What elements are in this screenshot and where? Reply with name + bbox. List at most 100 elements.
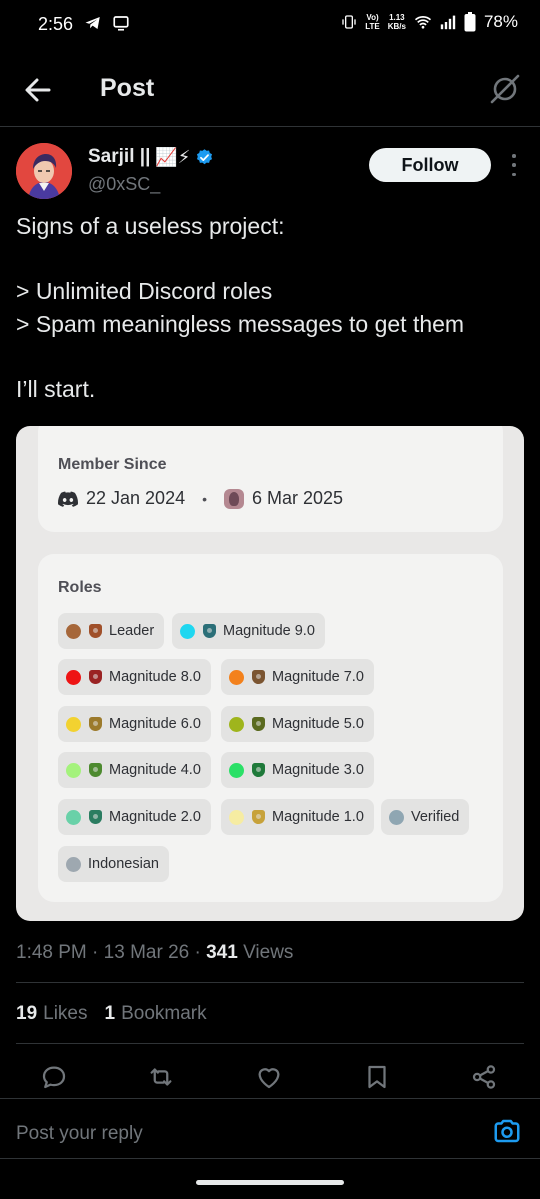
role-color-dot bbox=[389, 809, 404, 825]
follow-button[interactable]: Follow bbox=[369, 148, 491, 182]
role-chip: Magnitude 8.0 bbox=[58, 659, 211, 695]
reply-button[interactable] bbox=[39, 1062, 69, 1092]
tweet-text: Signs of a useless project: > Unlimited … bbox=[16, 213, 465, 402]
role-color-dot bbox=[66, 716, 81, 732]
author-emoji: 📈⚡ bbox=[155, 146, 191, 167]
member-since-dates: 22 Jan 2024 • 6 Mar 2025 bbox=[58, 488, 343, 509]
like-icon bbox=[258, 1068, 280, 1089]
discord-join-date: 22 Jan 2024 bbox=[86, 488, 186, 508]
role-color-dot bbox=[229, 716, 244, 732]
role-label: Magnitude 4.0 bbox=[109, 762, 201, 778]
stats-divider bbox=[16, 1043, 524, 1044]
page-title: Post bbox=[100, 74, 155, 102]
reply-icon bbox=[42, 1066, 66, 1089]
reply-input[interactable] bbox=[16, 1119, 466, 1149]
bookmark-button[interactable] bbox=[362, 1062, 392, 1092]
role-label: Verified bbox=[411, 809, 460, 825]
role-color-dot bbox=[66, 669, 81, 685]
bookmark-icon bbox=[368, 1065, 386, 1089]
role-emblem-icon bbox=[251, 669, 266, 685]
avatar-illustration bbox=[16, 143, 72, 199]
role-chip: Indonesian bbox=[58, 846, 169, 882]
battery-percent: 78% bbox=[483, 12, 518, 31]
more-icon bbox=[512, 154, 516, 158]
role-color-dot bbox=[229, 669, 244, 685]
server-icon bbox=[224, 488, 244, 509]
avatar[interactable] bbox=[16, 143, 72, 199]
reply-divider bbox=[0, 1158, 540, 1159]
top-bar: Post bbox=[0, 60, 540, 120]
likes-stat[interactable]: 19 Likes bbox=[16, 1003, 88, 1025]
roles-panel: Roles Leader Magnitude 9.0 Magnitude 8.0 Ma… bbox=[38, 554, 503, 902]
grok-button[interactable] bbox=[488, 72, 522, 106]
camera-button[interactable] bbox=[492, 1116, 522, 1146]
meta-divider bbox=[16, 982, 524, 983]
bookmarks-count: 1 bbox=[104, 1003, 116, 1024]
bookmarks-stat[interactable]: 1 Bookmark bbox=[105, 1003, 207, 1025]
back-arrow-icon bbox=[25, 78, 51, 102]
role-emblem-icon bbox=[88, 669, 103, 685]
role-chip: Magnitude 7.0 bbox=[221, 659, 374, 695]
author-handle[interactable]: @0xSC_ bbox=[88, 174, 160, 195]
back-button[interactable] bbox=[20, 72, 56, 108]
role-chip: Magnitude 2.0 bbox=[58, 799, 211, 835]
network-speed: 1.13 KB/s bbox=[387, 13, 406, 31]
role-chip: Verified bbox=[381, 799, 470, 835]
tweet-image[interactable]: Member Since 22 Jan 2024 • 6 Mar 2025 Ro… bbox=[16, 426, 524, 921]
role-emblem-icon bbox=[251, 762, 266, 778]
header-divider bbox=[0, 126, 540, 127]
role-chip: Leader bbox=[58, 613, 165, 649]
more-options-button[interactable] bbox=[510, 154, 518, 176]
role-label: Magnitude 6.0 bbox=[109, 716, 201, 732]
role-label: Magnitude 7.0 bbox=[272, 669, 364, 685]
grok-icon bbox=[490, 74, 520, 104]
camera-icon bbox=[494, 1119, 520, 1143]
vibrate-icon bbox=[342, 15, 356, 29]
date-separator: • bbox=[202, 490, 207, 507]
tweet-date: 13 Mar 26 bbox=[103, 942, 190, 963]
volte-indicator: Vo) LTE bbox=[365, 13, 380, 31]
role-color-dot bbox=[229, 762, 244, 778]
role-chip: Magnitude 1.0 bbox=[221, 799, 374, 835]
status-time: 2:56 bbox=[38, 14, 74, 34]
engagement-stats: 19 Likes 1 Bookmark bbox=[16, 1003, 207, 1025]
status-bar: 2:56 Vo) LTE 1.13 KB/s 78% bbox=[0, 0, 540, 52]
likes-label: Likes bbox=[43, 1003, 88, 1024]
bookmarks-label: Bookmark bbox=[121, 1003, 207, 1024]
role-emblem-icon bbox=[88, 716, 103, 732]
role-emblem-icon bbox=[88, 809, 103, 825]
discord-icon bbox=[58, 491, 78, 507]
status-notification-icons bbox=[84, 14, 130, 32]
role-chip: Magnitude 6.0 bbox=[58, 706, 211, 742]
wifi-icon bbox=[414, 16, 432, 29]
role-label: Magnitude 8.0 bbox=[109, 669, 201, 685]
status-system-icons: Vo) LTE 1.13 KB/s 78% bbox=[341, 12, 518, 32]
role-label: Magnitude 1.0 bbox=[272, 809, 364, 825]
server-join-date: 6 Mar 2025 bbox=[252, 488, 344, 508]
role-color-dot bbox=[66, 762, 81, 778]
role-emblem-icon bbox=[251, 809, 266, 825]
tweet-timestamp[interactable]: 1:48 PM · 13 Mar 26 · 341 Views bbox=[16, 942, 293, 964]
role-color-dot bbox=[180, 623, 195, 639]
author-name[interactable]: Sarjil || bbox=[88, 146, 150, 168]
battery-icon bbox=[464, 12, 476, 32]
like-button[interactable] bbox=[254, 1062, 284, 1092]
role-chip: Magnitude 3.0 bbox=[221, 752, 374, 788]
share-button[interactable] bbox=[469, 1062, 499, 1092]
tweet-time: 1:48 PM bbox=[16, 942, 87, 963]
roles-label: Roles bbox=[58, 579, 102, 596]
role-label: Leader bbox=[109, 623, 155, 639]
telegram-icon bbox=[85, 17, 100, 29]
role-chip: Magnitude 4.0 bbox=[58, 752, 211, 788]
repost-button[interactable] bbox=[146, 1062, 176, 1092]
likes-count: 19 bbox=[16, 1003, 38, 1024]
author-name-row: Sarjil || 📈⚡ bbox=[88, 146, 214, 168]
views-count: 341 bbox=[206, 942, 238, 963]
role-chip: Magnitude 9.0 bbox=[172, 613, 325, 649]
home-indicator[interactable] bbox=[196, 1180, 344, 1185]
role-color-dot bbox=[66, 809, 81, 825]
role-color-dot bbox=[229, 809, 244, 825]
role-color-dot bbox=[66, 856, 81, 872]
member-since-label: Member Since bbox=[58, 456, 167, 473]
verified-badge-icon bbox=[197, 148, 213, 164]
